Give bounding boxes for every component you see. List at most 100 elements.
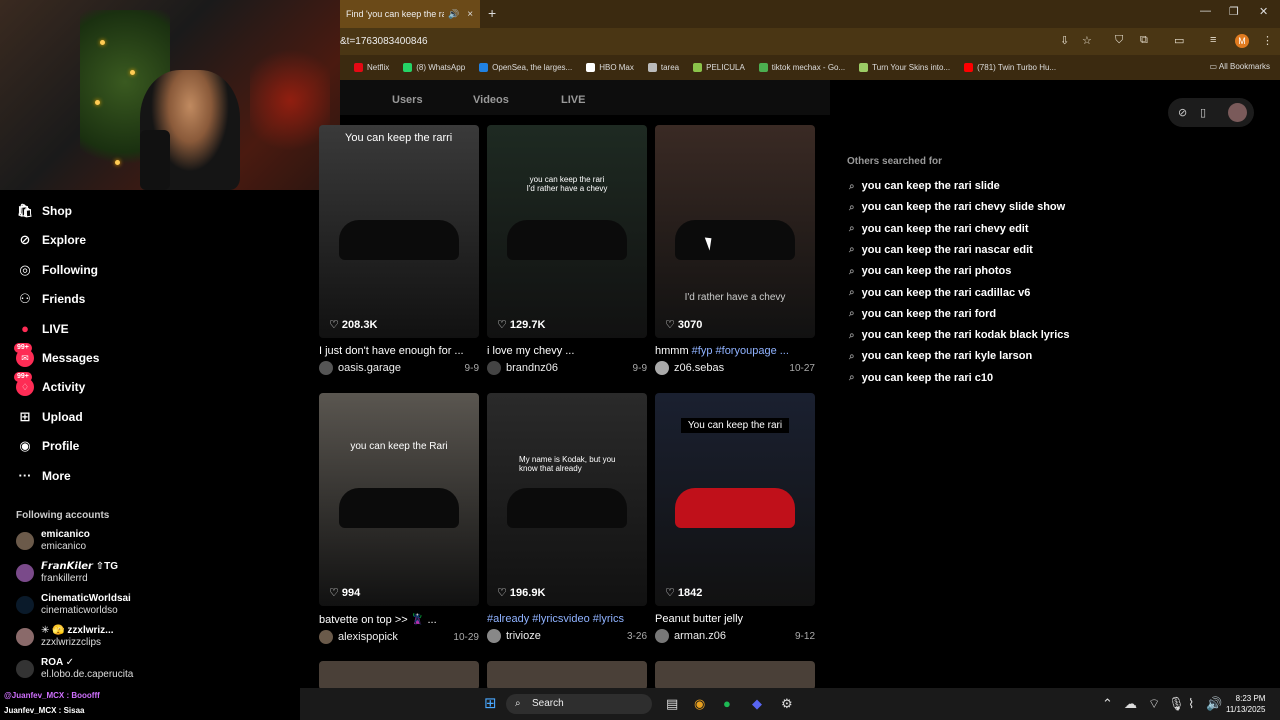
video-author[interactable]: trivioze: [506, 630, 541, 642]
following-account[interactable]: emicanico emicanico: [16, 529, 90, 553]
tab-search[interactable]: Find 'you can keep the rarri' 🔊 ×: [340, 0, 480, 28]
following-account[interactable]: 𝙁𝙧𝙖𝙣𝙆𝙞𝙡𝙚𝙧 ⇧TG frankillerrd: [16, 561, 118, 585]
hashtag[interactable]: #already #lyricsvideo #lyrics: [487, 613, 624, 625]
video-thumbnail[interactable]: you can keep the rari I'd rather have a …: [487, 125, 647, 338]
clock[interactable]: 8:23 PM 11/13/2025: [1226, 693, 1265, 715]
compass-icon[interactable]: ⊘: [1178, 106, 1187, 119]
search-suggestion[interactable]: ⌕ you can keep the rari kodak black lyric…: [849, 329, 1070, 341]
following-account[interactable]: CinematicWorldsai cinematicworldso: [16, 593, 131, 617]
sidebar-item-live[interactable]: ● LIVE: [16, 320, 69, 338]
following-account[interactable]: ROA ✓ el.lobo.de.caperucita: [16, 657, 133, 681]
search-suggestion[interactable]: ⌕ you can keep the rari ford: [849, 308, 996, 320]
new-tab-button[interactable]: +: [488, 5, 496, 21]
shield-icon[interactable]: ⛉: [1115, 34, 1123, 47]
search-suggestion[interactable]: ⌕ you can keep the rari chevy edit: [849, 223, 1029, 235]
sidebar-item-friends[interactable]: ⚇ Friends: [16, 290, 85, 308]
search-suggestion[interactable]: ⌕ you can keep the rari photos: [849, 265, 1011, 277]
settings-icon[interactable]: ⚙: [781, 696, 793, 712]
sidebar-item-more[interactable]: ··· More: [16, 467, 71, 485]
video-caption[interactable]: Peanut butter jelly: [655, 613, 815, 625]
install-icon[interactable]: ⇩: [1060, 34, 1069, 47]
video-author[interactable]: oasis.garage: [338, 362, 401, 374]
speaker-icon[interactable]: 🔊: [448, 9, 459, 20]
avatar[interactable]: [655, 361, 669, 375]
bookmark-item[interactable]: tarea: [647, 63, 679, 72]
avatar[interactable]: [487, 361, 501, 375]
tab-users[interactable]: Users: [392, 94, 423, 106]
bookmark-item[interactable]: Netflix: [354, 63, 389, 72]
video-card[interactable]: [655, 661, 815, 690]
windows-start-icon[interactable]: ⊞: [484, 694, 497, 712]
mic-icon[interactable]: 🎙: [1168, 696, 1185, 712]
video-caption[interactable]: batvette on top >> 🦹 ...: [319, 613, 479, 626]
video-card[interactable]: My name is Kodak, but you know that alre…: [487, 393, 647, 643]
bookmark-item[interactable]: Turn Your Skins into...: [859, 63, 950, 72]
sidebar-item-profile[interactable]: ◉ Profile: [16, 437, 79, 455]
video-author[interactable]: brandnz06: [506, 362, 558, 374]
url-field[interactable]: &t=1763083400846: [340, 36, 428, 47]
tab-live[interactable]: LIVE: [561, 94, 585, 106]
avatar[interactable]: [319, 630, 333, 644]
cloud-icon[interactable]: ☁: [1124, 696, 1137, 712]
profile-avatar[interactable]: M: [1235, 34, 1249, 48]
video-card[interactable]: You can keep the rarri ♡ 208.3K I just don…: [319, 125, 479, 375]
sidebar-item-explore[interactable]: ⊘ Explore: [16, 231, 86, 249]
video-card[interactable]: [487, 661, 647, 690]
video-thumbnail[interactable]: You can keep the rarri ♡ 208.3K: [319, 125, 479, 338]
search-suggestion[interactable]: ⌕ you can keep the rari kyle larson: [849, 350, 1032, 362]
menu-icon[interactable]: ⋮: [1262, 34, 1273, 47]
video-thumbnail[interactable]: [655, 661, 815, 690]
network-icon[interactable]: ⌔: [1148, 696, 1160, 712]
sidepanel-icon[interactable]: ▭: [1174, 34, 1184, 47]
bookmark-item[interactable]: (781) Twin Turbo Hu...: [964, 63, 1056, 72]
hashtag[interactable]: #fyp #foryoupage ...: [692, 345, 789, 357]
video-caption[interactable]: i love my chevy ...: [487, 345, 647, 357]
sidebar-item-messages[interactable]: ✉ 99+ Messages: [14, 343, 99, 367]
tab-videos[interactable]: Videos: [473, 94, 509, 106]
video-author[interactable]: z06.sebas: [674, 362, 724, 374]
window-close-icon[interactable]: ✕: [1259, 5, 1268, 18]
volume-icon[interactable]: 🔊: [1206, 696, 1222, 712]
user-avatar[interactable]: [1228, 103, 1247, 122]
video-card[interactable]: I'd rather have a chevy ♡ 3070 hmmm #fyp #…: [655, 125, 815, 375]
all-bookmarks-button[interactable]: ▭ All Bookmarks: [1210, 62, 1270, 71]
search-suggestion[interactable]: ⌕ you can keep the rari nascar edit: [849, 244, 1033, 256]
search-suggestion[interactable]: ⌕ you can keep the rari cadillac v6: [849, 287, 1030, 299]
video-thumbnail[interactable]: you can keep the Rari ♡ 994: [319, 393, 479, 606]
discord-icon[interactable]: ◆: [752, 696, 762, 712]
sidebar-item-upload[interactable]: ⊞ Upload: [16, 408, 83, 426]
video-thumbnail[interactable]: [487, 661, 647, 690]
search-suggestion[interactable]: ⌕ you can keep the rari slide: [849, 180, 1000, 192]
chrome-icon[interactable]: ◉: [694, 696, 705, 712]
bookmark-item[interactable]: tiktok mechax - Go...: [758, 63, 845, 72]
media-icon[interactable]: ≡: [1210, 34, 1216, 46]
search-suggestion[interactable]: ⌕ you can keep the rari c10: [849, 372, 993, 384]
video-caption[interactable]: I just don't have enough for ...: [319, 345, 479, 357]
video-author[interactable]: arman.z06: [674, 630, 726, 642]
video-thumbnail[interactable]: I'd rather have a chevy ♡ 3070: [655, 125, 815, 338]
wifi-icon[interactable]: ⌇: [1188, 696, 1194, 712]
video-card[interactable]: [319, 661, 479, 690]
avatar[interactable]: [319, 361, 333, 375]
sidebar-item-following[interactable]: ◎ Following: [16, 261, 98, 279]
video-card[interactable]: you can keep the rari I'd rather have a …: [487, 125, 647, 375]
following-account[interactable]: ✳︎ 🫣 zzxlwriz... zzxlwrizzclips: [16, 625, 114, 649]
video-author[interactable]: alexispopick: [338, 631, 398, 643]
video-card[interactable]: you can keep the Rari ♡ 994 batvette on to…: [319, 393, 479, 644]
spotify-icon[interactable]: ●: [723, 696, 731, 711]
video-caption[interactable]: #already #lyricsvideo #lyrics: [487, 613, 647, 625]
video-thumbnail[interactable]: My name is Kodak, but you know that alre…: [487, 393, 647, 606]
device-icon[interactable]: ▯: [1200, 106, 1206, 119]
sidebar-item-shop[interactable]: 🛍 Shop: [16, 202, 72, 220]
chevron-up-icon[interactable]: ⌃: [1102, 696, 1113, 712]
video-caption[interactable]: hmmm #fyp #foryoupage ...: [655, 345, 815, 357]
video-thumbnail[interactable]: You can keep the rari ♡ 1842: [655, 393, 815, 606]
bookmark-item[interactable]: OpenSea, the larges...: [479, 63, 572, 72]
search-suggestion[interactable]: ⌕ you can keep the rari chevy slide show: [849, 201, 1065, 213]
bookmark-item[interactable]: HBO Max: [586, 63, 634, 72]
restore-icon[interactable]: ❐: [1229, 5, 1239, 18]
extensions-icon[interactable]: ⧉: [1140, 34, 1148, 47]
tab-close-icon[interactable]: ×: [467, 9, 473, 20]
avatar[interactable]: [655, 629, 669, 643]
star-icon[interactable]: ☆: [1082, 34, 1092, 47]
